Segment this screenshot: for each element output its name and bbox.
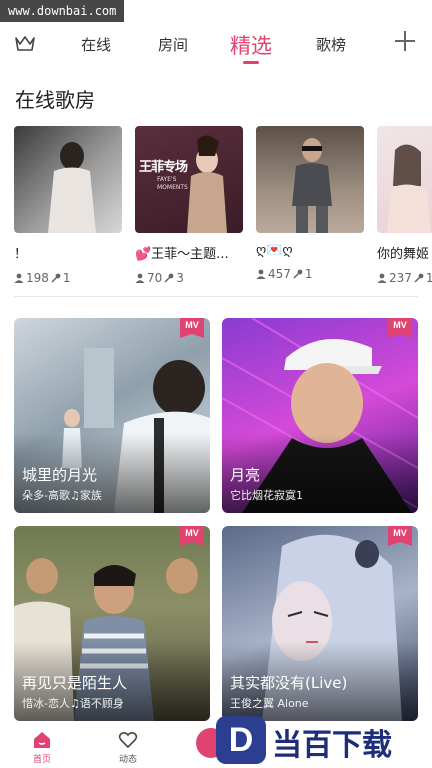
active-tab-indicator — [243, 61, 259, 64]
tab-rooms[interactable]: 房间 — [158, 34, 188, 55]
crown-icon[interactable] — [14, 34, 36, 52]
room-name: 你的舞姬 — [377, 247, 430, 262]
mv-card[interactable]: MV 其实都没有(Live) 王俊之翼 Alone — [222, 526, 418, 721]
room-stats: 70 3 — [135, 271, 243, 285]
room-name: 💕王菲～主题... — [135, 247, 229, 262]
listener-count: 70 — [147, 271, 163, 285]
tab-featured[interactable]: 精选 — [230, 30, 272, 60]
room-stats: 237 1 — [377, 271, 432, 285]
room-card[interactable]: ！ 198 1 — [14, 126, 122, 285]
cover-title-text: 王菲专场 — [139, 160, 188, 175]
section-divider — [14, 296, 418, 297]
mic-count: 3 — [176, 271, 184, 285]
heart-icon — [118, 731, 138, 749]
mv-card[interactable]: MV 城里的月光 朵多-高歌♫家族 — [14, 318, 210, 513]
mv-title: 月亮 — [230, 466, 261, 484]
microphone-icon — [293, 269, 303, 279]
nav-home[interactable]: 首页 — [22, 730, 62, 765]
room-name: ！ — [14, 247, 28, 262]
room-card[interactable]: 你的舞姬 237 1 — [377, 126, 432, 285]
room-card[interactable]: 王菲专场 FAYE'S MOMENTS 💕王菲～主题... 70 3 — [135, 126, 243, 285]
room-cover-image — [14, 126, 122, 233]
nav-home-label: 首页 — [32, 755, 51, 765]
room-name: ღ💌ღ — [256, 243, 293, 258]
room-list: ！ 198 1 王菲专场 FAYE'S MOMENTS 💕王菲～主题... 70… — [14, 126, 432, 286]
brand-watermark: D 当百下载 — [208, 712, 432, 768]
site-watermark: www.downbai.com — [0, 0, 125, 22]
mv-title: 再见只是陌生人 — [22, 674, 128, 692]
mv-card[interactable]: MV 再见只是陌生人 惜冰-恋人♫语不顾身 — [14, 526, 210, 721]
mic-count: 1 — [304, 267, 313, 281]
room-cover-image — [377, 126, 432, 233]
brand-logo: D — [216, 716, 266, 764]
user-icon — [256, 269, 266, 279]
listener-count: 457 — [268, 267, 291, 281]
user-icon — [377, 273, 387, 283]
mic-count: 1 — [62, 271, 71, 285]
mv-title: 城里的月光 — [22, 466, 98, 484]
listener-count: 198 — [26, 271, 49, 285]
section-title: 在线歌房 — [15, 88, 95, 112]
mv-subtitle: 惜冰-恋人♫语不顾身 — [22, 697, 124, 710]
mv-subtitle: 王俊之翼 Alone — [230, 697, 309, 710]
room-stats: 457 1 — [256, 267, 364, 281]
user-icon — [14, 273, 24, 283]
mic-count: 1 — [425, 271, 432, 285]
nav-feed-label: 动态 — [118, 755, 137, 765]
mv-subtitle: 朵多-高歌♫家族 — [22, 489, 102, 502]
mv-subtitle: 它比烟花寂寞1 — [230, 489, 303, 502]
microphone-icon — [414, 273, 424, 283]
microphone-icon — [51, 273, 61, 283]
tab-charts[interactable]: 歌榜 — [316, 34, 346, 55]
nav-feed[interactable]: 动态 — [108, 730, 148, 765]
room-cover-image: 王菲专场 FAYE'S MOMENTS — [135, 126, 243, 233]
room-cover-image — [256, 126, 364, 233]
mv-title: 其实都没有(Live) — [230, 674, 348, 692]
tab-online[interactable]: 在线 — [81, 34, 111, 55]
home-icon — [34, 732, 50, 748]
listener-count: 237 — [389, 271, 412, 285]
add-icon[interactable] — [394, 30, 416, 52]
top-tab-bar: 在线 房间 精选 歌榜 — [0, 22, 432, 66]
microphone-icon — [164, 273, 174, 283]
cover-subtitle-text: FAYE'S MOMENTS — [157, 176, 188, 191]
brand-text: 当百下载 — [272, 728, 392, 763]
room-card[interactable]: ღ💌ღ 457 1 — [256, 126, 364, 281]
mv-card[interactable]: MV 月亮 它比烟花寂寞1 — [222, 318, 418, 513]
user-icon — [135, 273, 145, 283]
room-stats: 198 1 — [14, 271, 122, 285]
